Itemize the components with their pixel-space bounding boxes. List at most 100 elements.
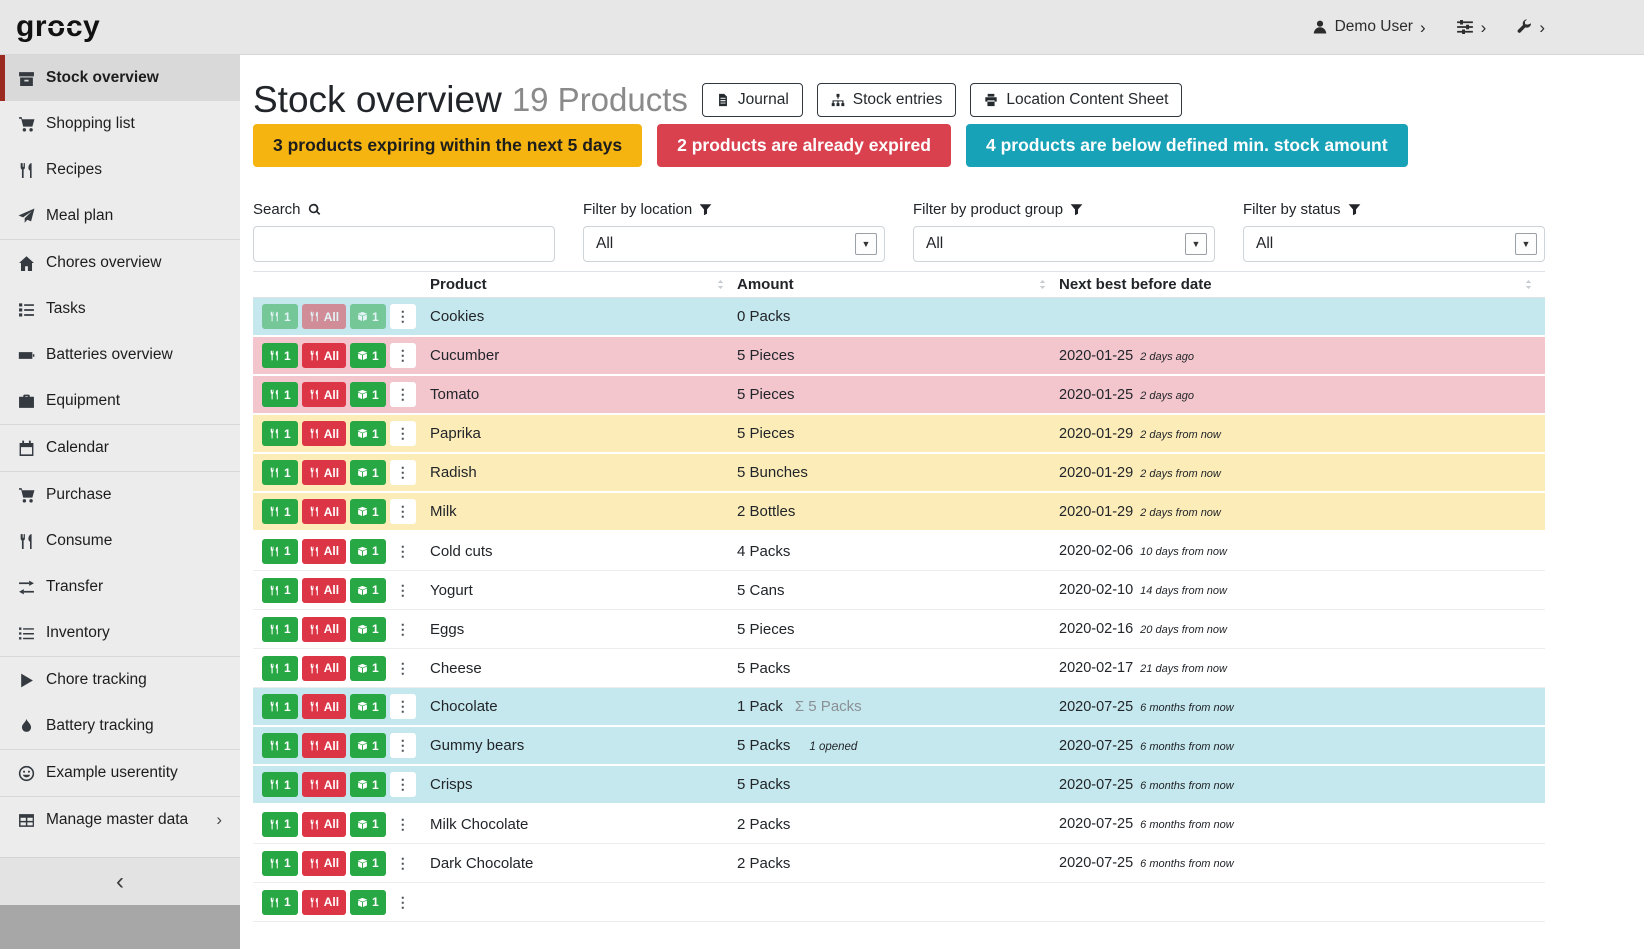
row-menu-button[interactable]: ⋮ xyxy=(390,343,416,368)
sidebar-item-purchase[interactable]: Purchase xyxy=(0,472,240,518)
sidebar-item-inventory[interactable]: Inventory xyxy=(0,610,240,656)
sidebar-item-equipment[interactable]: Equipment xyxy=(0,378,240,424)
sidebar-item-batteries-overview[interactable]: Batteries overview xyxy=(0,332,240,378)
row-menu-button[interactable]: ⋮ xyxy=(390,851,416,876)
sidebar-item-manage-master-data[interactable]: Manage master data › xyxy=(0,797,240,843)
consume-one-button[interactable]: 1 xyxy=(262,382,298,407)
column-header-product[interactable]: Product xyxy=(430,276,737,293)
sidebar-item-stock-overview[interactable]: Stock overview xyxy=(0,55,240,101)
sidebar-item-chore-tracking[interactable]: Chore tracking xyxy=(0,657,240,703)
row-menu-button[interactable]: ⋮ xyxy=(390,890,416,915)
sidebar-item-battery-tracking[interactable]: Battery tracking xyxy=(0,703,240,749)
open-one-button[interactable]: 1 xyxy=(350,304,386,329)
column-header-amount[interactable]: Amount xyxy=(737,276,1059,293)
consume-all-button[interactable]: All xyxy=(302,851,346,876)
row-menu-button[interactable]: ⋮ xyxy=(390,382,416,407)
consume-all-button[interactable]: All xyxy=(302,539,346,564)
open-one-button[interactable]: 1 xyxy=(350,499,386,524)
location-select[interactable]: All ▼ xyxy=(583,226,885,262)
consume-one-button[interactable]: 1 xyxy=(262,539,298,564)
consume-one-button[interactable]: 1 xyxy=(262,812,298,837)
consume-one-button[interactable]: 1 xyxy=(262,851,298,876)
consume-all-button[interactable]: All xyxy=(302,578,346,603)
consume-all-button[interactable]: All xyxy=(302,343,346,368)
open-one-button[interactable]: 1 xyxy=(350,694,386,719)
sidebar-item-consume[interactable]: Consume xyxy=(0,518,240,564)
column-header-best-before[interactable]: Next best before date xyxy=(1059,276,1545,293)
open-one-button[interactable]: 1 xyxy=(350,772,386,797)
consume-all-button[interactable]: All xyxy=(302,656,346,681)
open-one-button[interactable]: 1 xyxy=(350,812,386,837)
status-banner[interactable]: 3 products expiring within the next 5 da… xyxy=(253,124,642,167)
consume-one-button[interactable]: 1 xyxy=(262,733,298,758)
user-menu[interactable]: Demo User › xyxy=(1312,18,1426,36)
open-one-button[interactable]: 1 xyxy=(350,539,386,564)
status-select[interactable]: All ▼ xyxy=(1243,226,1545,262)
settings-menu[interactable]: › xyxy=(1456,18,1487,36)
consume-all-button[interactable]: All xyxy=(302,733,346,758)
row-menu-button[interactable]: ⋮ xyxy=(390,772,416,797)
row-menu-button[interactable]: ⋮ xyxy=(390,499,416,524)
consume-all-button[interactable]: All xyxy=(302,421,346,446)
consume-one-button[interactable]: 1 xyxy=(262,694,298,719)
open-one-button[interactable]: 1 xyxy=(350,578,386,603)
consume-all-button[interactable]: All xyxy=(302,694,346,719)
status-banner[interactable]: 4 products are below defined min. stock … xyxy=(966,124,1408,167)
row-menu-button[interactable]: ⋮ xyxy=(390,304,416,329)
open-one-button[interactable]: 1 xyxy=(350,382,386,407)
consume-all-button[interactable]: All xyxy=(302,772,346,797)
consume-all-button[interactable]: All xyxy=(302,890,346,915)
consume-all-button[interactable]: All xyxy=(302,304,346,329)
open-one-button[interactable]: 1 xyxy=(350,617,386,642)
consume-one-button[interactable]: 1 xyxy=(262,578,298,603)
open-one-button[interactable]: 1 xyxy=(350,851,386,876)
row-menu-button[interactable]: ⋮ xyxy=(390,694,416,719)
consume-all-button[interactable]: All xyxy=(302,499,346,524)
open-one-button[interactable]: 1 xyxy=(350,656,386,681)
grocy-logo[interactable]: grocy xyxy=(16,10,100,44)
open-one-button[interactable]: 1 xyxy=(350,421,386,446)
consume-all-button[interactable]: All xyxy=(302,617,346,642)
open-one-button[interactable]: 1 xyxy=(350,460,386,485)
sidebar-item-recipes[interactable]: Recipes xyxy=(0,147,240,193)
row-menu-button[interactable]: ⋮ xyxy=(390,421,416,446)
row-menu-button[interactable]: ⋮ xyxy=(390,656,416,681)
location-content-sheet-button[interactable]: Location Content Sheet xyxy=(970,83,1182,117)
consume-one-button[interactable]: 1 xyxy=(262,421,298,446)
status-banner[interactable]: 2 products are already expired xyxy=(657,124,951,167)
consume-one-button[interactable]: 1 xyxy=(262,304,298,329)
product-group-select[interactable]: All ▼ xyxy=(913,226,1215,262)
row-menu-button[interactable]: ⋮ xyxy=(390,733,416,758)
consume-all-button[interactable]: All xyxy=(302,812,346,837)
stock-entries-button[interactable]: Stock entries xyxy=(817,83,957,117)
sidebar-item-shopping-list[interactable]: Shopping list xyxy=(0,101,240,147)
sidebar-item-transfer[interactable]: Transfer xyxy=(0,564,240,610)
sidebar-collapse-button[interactable]: ‹ xyxy=(0,857,240,905)
consume-one-button[interactable]: 1 xyxy=(262,772,298,797)
column-header-best-before-label: Next best before date xyxy=(1059,276,1212,293)
row-menu-button[interactable]: ⋮ xyxy=(390,812,416,837)
sidebar-item-calendar[interactable]: Calendar xyxy=(0,425,240,471)
journal-button[interactable]: Journal xyxy=(702,83,803,117)
row-menu-button[interactable]: ⋮ xyxy=(390,539,416,564)
admin-menu[interactable]: › xyxy=(1516,19,1545,36)
search-input[interactable] xyxy=(253,226,555,262)
consume-one-button[interactable]: 1 xyxy=(262,499,298,524)
open-one-button[interactable]: 1 xyxy=(350,890,386,915)
sidebar-item-tasks[interactable]: Tasks xyxy=(0,286,240,332)
row-menu-button[interactable]: ⋮ xyxy=(390,578,416,603)
open-one-button[interactable]: 1 xyxy=(350,343,386,368)
consume-one-button[interactable]: 1 xyxy=(262,343,298,368)
row-menu-button[interactable]: ⋮ xyxy=(390,460,416,485)
consume-all-button[interactable]: All xyxy=(302,460,346,485)
sidebar-item-chores-overview[interactable]: Chores overview xyxy=(0,240,240,286)
sidebar-item-meal-plan[interactable]: Meal plan xyxy=(0,193,240,239)
consume-all-button[interactable]: All xyxy=(302,382,346,407)
consume-one-button[interactable]: 1 xyxy=(262,617,298,642)
consume-one-button[interactable]: 1 xyxy=(262,890,298,915)
consume-one-button[interactable]: 1 xyxy=(262,460,298,485)
open-one-button[interactable]: 1 xyxy=(350,733,386,758)
sidebar-item-example-userentity[interactable]: Example userentity xyxy=(0,750,240,796)
consume-one-button[interactable]: 1 xyxy=(262,656,298,681)
row-menu-button[interactable]: ⋮ xyxy=(390,617,416,642)
